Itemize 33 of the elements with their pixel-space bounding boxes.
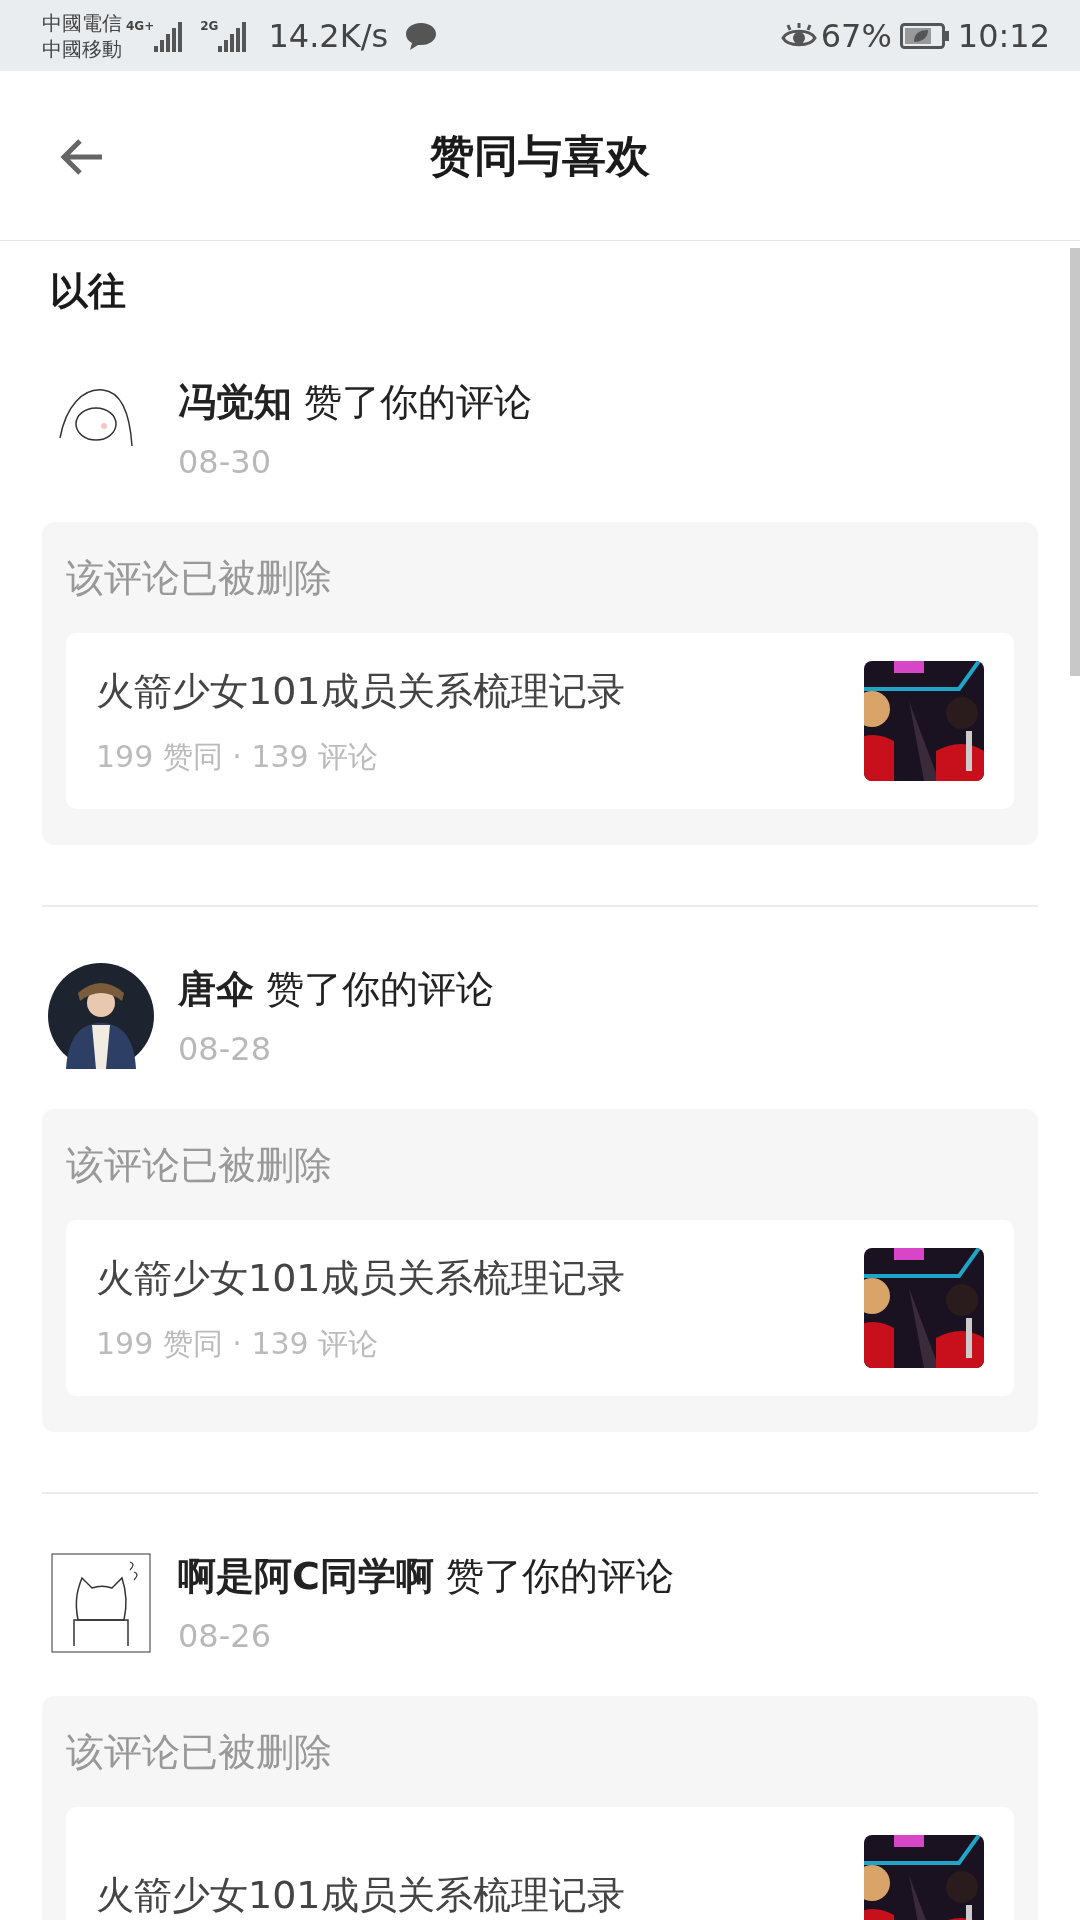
post-card[interactable]: 火箭少女101成员关系梳理记录 199 赞同 · 139 评论 [66,1220,1014,1396]
chat-icon [404,20,439,51]
post-stats: 199 赞同 · 139 评论 [96,1325,380,1363]
comment-card[interactable]: 该评论已被删除 火箭少女101成员关系梳理记录 [42,1696,1038,1920]
post-card[interactable]: 火箭少女101成员关系梳理记录 [66,1807,1014,1920]
deleted-comment-note: 该评论已被删除 [66,1142,333,1189]
network-type: 4G+ [126,19,155,32]
post-stats: 199 赞同 · 139 评论 [96,738,380,776]
post-title: 火箭少女101成员关系梳理记录 [96,1871,626,1919]
battery-percent: 67% [820,15,892,57]
carrier-name: 中國移動 [42,35,122,62]
post-title: 火箭少女101成员关系梳理记录 [96,668,626,715]
signal-icon [154,19,185,52]
page-title: 赞同与喜欢 [430,128,650,183]
clock: 10:12 [957,15,1050,57]
section-heading: 以往 [49,268,127,315]
network-speed: 14.2K/s [268,15,389,57]
deleted-comment-note: 该评论已被删除 [66,555,333,602]
signal-icon [218,19,249,52]
comment-card[interactable]: 该评论已被删除 火箭少女101成员关系梳理记录 199 赞同 · 139 评论 [42,1109,1038,1432]
notification-text: 啊是阿C同学啊 赞了你的评论 [178,1553,674,1600]
comment-card[interactable]: 该评论已被删除 火箭少女101成员关系梳理记录 199 赞同 · 139 评论 [42,522,1038,845]
post-title: 火箭少女101成员关系梳理记录 [96,1255,626,1302]
notification-date: 08-30 [178,442,272,483]
notification-text: 唐伞 赞了你的评论 [178,966,495,1013]
battery-icon [899,22,950,49]
deleted-comment-note: 该评论已被删除 [66,1729,333,1776]
post-card[interactable]: 火箭少女101成员关系梳理记录 199 赞同 · 139 评论 [66,633,1014,809]
network-type: 2G [200,19,219,32]
notification-date: 08-28 [178,1029,272,1070]
notification-date: 08-26 [178,1616,272,1657]
carrier-name: 中國電信 [42,9,122,36]
notification-text: 冯觉知 赞了你的评论 [178,379,533,426]
